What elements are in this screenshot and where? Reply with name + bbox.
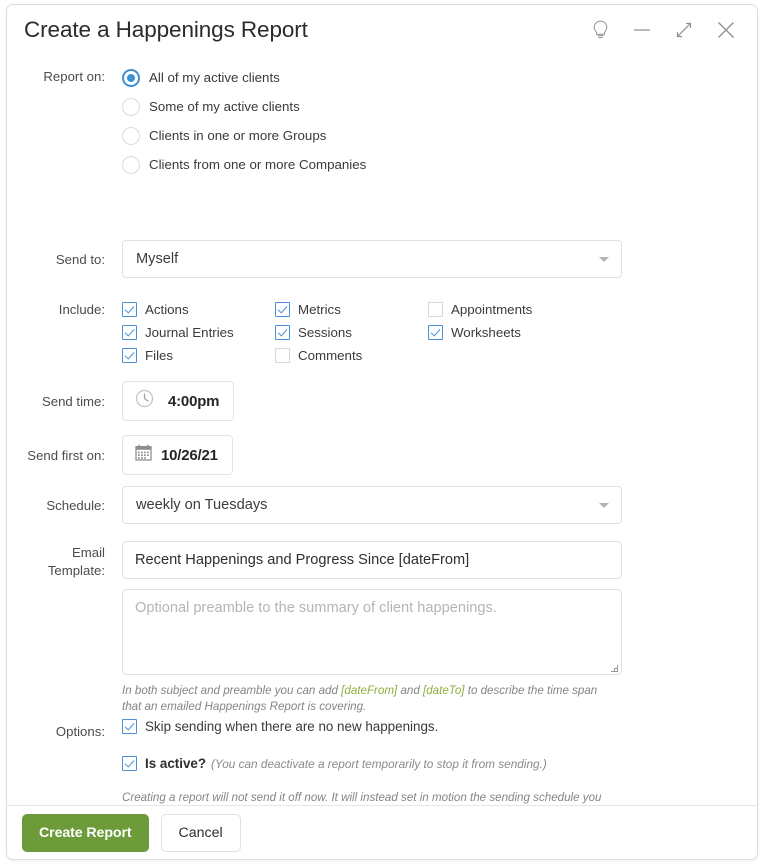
send-first-on-label: Send first on: — [27, 448, 105, 463]
options-note: Creating a report will not send it off n… — [122, 791, 602, 804]
checkbox-label: Comments — [298, 348, 363, 363]
radio-indicator — [122, 126, 140, 145]
checkbox-label: Is active? — [145, 756, 207, 771]
email-template-note: In both subject and preamble you can add… — [122, 683, 607, 714]
checkbox-sessions[interactable]: Sessions — [275, 321, 428, 344]
checkbox-journal-entries[interactable]: Journal Entries — [122, 321, 275, 344]
radio-clients-in-groups[interactable]: Clients in one or more Groups — [122, 121, 366, 150]
radio-indicator — [122, 97, 140, 116]
dialog-footer: Create Report Cancel — [7, 806, 757, 859]
checkbox-label: Journal Entries — [145, 325, 234, 340]
checkbox-indicator — [275, 302, 290, 317]
radio-label: All of my active clients — [149, 70, 280, 85]
email-template-fields: In both subject and preamble you can add… — [122, 541, 622, 714]
checkbox-comments[interactable]: Comments — [275, 344, 428, 367]
email-subject-input[interactable] — [122, 541, 622, 579]
options-label: Options: — [55, 724, 105, 739]
note-token-datefrom: [dateFrom] — [341, 684, 398, 697]
checkbox-metrics[interactable]: Metrics — [275, 298, 428, 321]
checkbox-actions[interactable]: Actions — [122, 298, 275, 321]
checkbox-label: Sessions — [298, 325, 352, 340]
schedule-select[interactable]: weekly on Tuesdays — [122, 486, 622, 524]
checkbox-is-active[interactable]: Is active? (You can deactivate a report … — [122, 756, 602, 771]
send-first-on-field[interactable]: 10/26/21 — [122, 435, 233, 475]
checkbox-indicator — [275, 348, 290, 363]
checkbox-indicator — [275, 325, 290, 340]
options-group: Skip sending when there are no new happe… — [122, 719, 602, 805]
calendar-icon — [135, 444, 152, 466]
schedule-label: Schedule: — [46, 498, 105, 513]
radio-label: Clients in one or more Groups — [149, 128, 327, 143]
checkbox-label: Appointments — [451, 302, 533, 317]
note-text-1: In both subject and preamble you can add — [122, 684, 342, 697]
send-to-select[interactable]: Myself — [122, 240, 622, 278]
checkbox-skip-sending[interactable]: Skip sending when there are no new happe… — [122, 719, 602, 734]
create-report-button[interactable]: Create Report — [22, 813, 149, 852]
chevron-down-icon — [599, 256, 609, 262]
collapse-icon[interactable] — [663, 12, 705, 48]
send-to-label: Send to: — [55, 252, 105, 267]
window-controls — [579, 12, 747, 48]
checkbox-indicator — [122, 302, 137, 317]
minimize-icon[interactable] — [621, 12, 663, 48]
report-on-label: Report on: — [43, 69, 105, 84]
radio-some-active-clients[interactable]: Some of my active clients — [122, 92, 366, 121]
send-time-field[interactable]: 4:00pm — [122, 381, 235, 421]
dialog-titlebar: Create a Happenings Report — [7, 5, 757, 55]
radio-label: Clients from one or more Companies — [149, 157, 367, 172]
checkbox-files[interactable]: Files — [122, 344, 275, 367]
report-on-row: Report on: All of my active clients Some… — [22, 63, 366, 179]
checkbox-indicator — [122, 348, 137, 363]
send-time-label: Send time: — [41, 394, 105, 409]
radio-indicator — [122, 155, 140, 174]
include-checkbox-grid: Actions Metrics Appointments Journal Ent… — [122, 298, 532, 367]
include-row: Include: Actions Metrics Appointments Jo… — [22, 298, 532, 367]
checkbox-label: Skip sending when there are no new happe… — [145, 719, 439, 734]
dialog-body: Report on: All of my active clients Some… — [7, 55, 757, 805]
report-on-radio-group: All of my active clients Some of my acti… — [122, 63, 366, 179]
schedule-row: Schedule: weekly on Tuesdays — [22, 486, 622, 524]
checkbox-indicator — [428, 325, 443, 340]
checkbox-indicator — [428, 302, 443, 317]
radio-all-active-clients[interactable]: All of my active clients — [122, 63, 366, 92]
note-token-dateto: [dateTo] — [423, 684, 465, 697]
email-template-row: Email Template: In both subject and prea… — [22, 541, 622, 714]
options-row: Options: Skip sending when there are no … — [22, 719, 602, 805]
create-happenings-report-dialog: Create a Happenings Report Report on: Al… — [6, 4, 758, 860]
dialog-title: Create a Happenings Report — [24, 17, 308, 42]
radio-clients-from-companies[interactable]: Clients from one or more Companies — [122, 150, 366, 179]
checkbox-label: Files — [145, 348, 174, 363]
cancel-button[interactable]: Cancel — [160, 813, 241, 852]
hint-lightbulb-icon[interactable] — [579, 12, 621, 48]
schedule-value: weekly on Tuesdays — [136, 497, 268, 513]
include-label: Include: — [58, 302, 105, 317]
clock-icon — [135, 389, 154, 413]
send-first-on-row: Send first on: 10/26/21 — [22, 435, 233, 475]
checkbox-label: Actions — [145, 302, 189, 317]
checkbox-label: Worksheets — [451, 325, 521, 340]
send-time-row: Send time: 4:00pm — [22, 381, 235, 421]
checkbox-label: Metrics — [298, 302, 341, 317]
checkbox-indicator — [122, 756, 137, 771]
checkbox-indicator — [122, 719, 137, 734]
send-to-value: Myself — [136, 251, 179, 267]
email-preamble-textarea[interactable] — [122, 589, 622, 675]
send-to-row: Send to: Myself — [22, 240, 622, 278]
checkbox-worksheets[interactable]: Worksheets — [428, 321, 532, 344]
checkbox-appointments[interactable]: Appointments — [428, 298, 532, 321]
close-icon[interactable] — [705, 12, 747, 48]
radio-indicator — [122, 68, 140, 87]
is-active-hint: (You can deactivate a report temporarily… — [211, 756, 547, 771]
checkbox-indicator — [122, 325, 137, 340]
chevron-down-icon — [599, 502, 609, 508]
send-time-value: 4:00pm — [168, 392, 220, 410]
note-text-2: and — [397, 684, 424, 697]
send-first-on-value: 10/26/21 — [161, 446, 218, 464]
email-template-label: Email Template: — [47, 545, 105, 578]
radio-label: Some of my active clients — [149, 99, 300, 114]
